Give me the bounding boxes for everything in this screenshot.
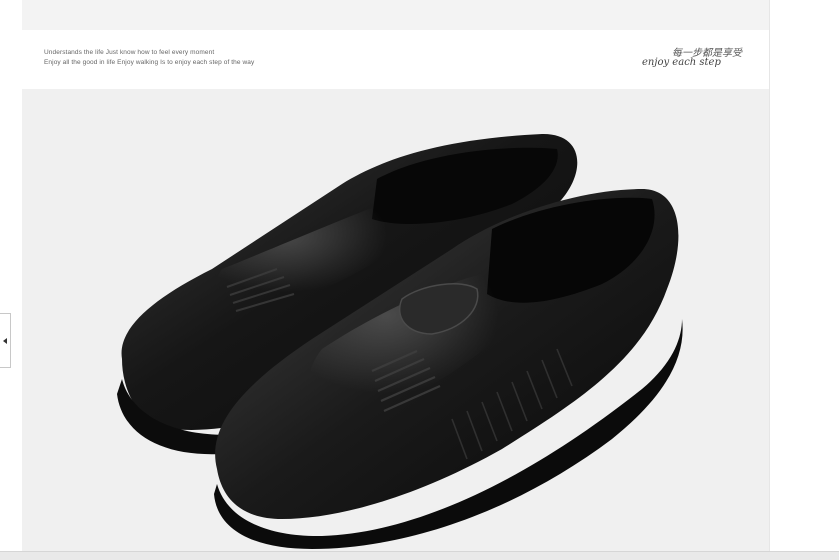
right-margin-divider <box>769 0 770 551</box>
product-shoes-image <box>117 133 683 549</box>
previous-image-button[interactable] <box>0 313 11 368</box>
product-image-area <box>22 89 769 551</box>
chevron-left-icon <box>3 338 7 344</box>
tagline-line-2: Enjoy all the good in life Enjoy walking… <box>44 59 255 66</box>
tagline-line-1: Understands the life Just know how to fe… <box>44 49 215 56</box>
signature-english: enjoy each step <box>642 57 721 68</box>
top-band <box>22 0 769 30</box>
header-panel: Understands the life Just know how to fe… <box>22 30 769 89</box>
